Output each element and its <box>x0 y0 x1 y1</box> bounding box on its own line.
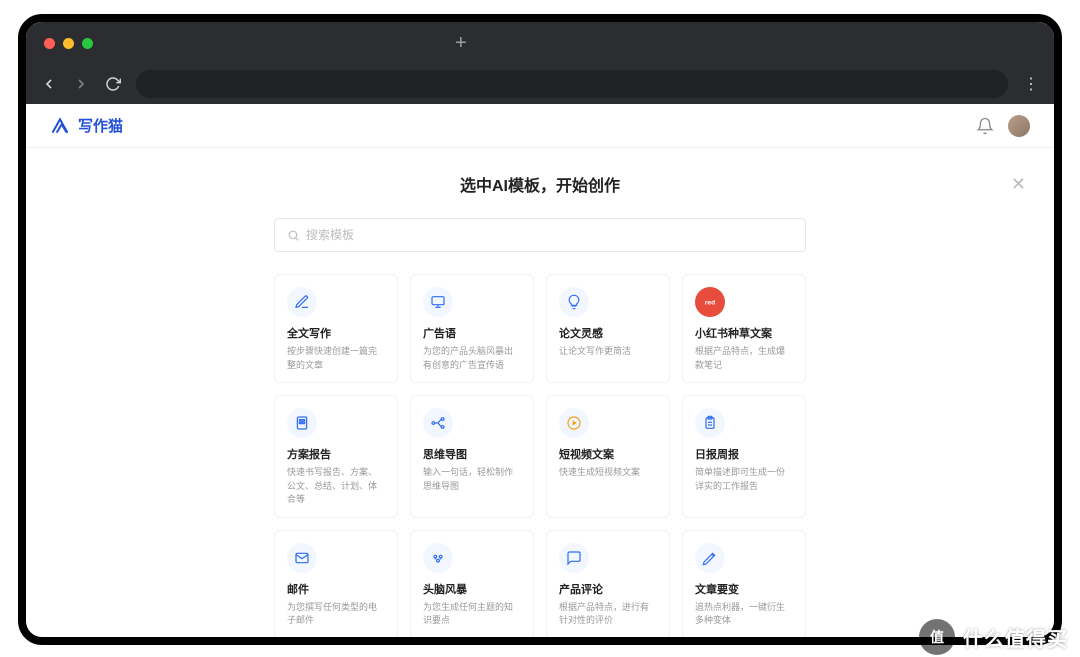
card-description: 根据产品特点，生成爆款笔记 <box>695 345 793 372</box>
brand-logo-icon <box>50 116 70 136</box>
search-wrap <box>274 218 806 252</box>
card-description: 追热点利器，一键衍生多种变体 <box>695 601 793 628</box>
template-card[interactable]: 邮件为您撰写任何类型的电子邮件 <box>274 530 398 638</box>
card-title: 论文灵感 <box>559 325 657 341</box>
card-description: 为您生成任何主题的知识要点 <box>423 601 521 628</box>
mail-icon <box>287 543 317 573</box>
watermark-badge: 值 <box>919 619 955 655</box>
template-card[interactable]: 文章要变追热点利器，一键衍生多种变体 <box>682 530 806 638</box>
window-controls <box>44 38 93 49</box>
mindmap-icon <box>423 408 453 438</box>
close-icon[interactable]: ✕ <box>1011 174 1026 195</box>
brand-name: 写作猫 <box>78 115 123 136</box>
page-title: 选中AI模板，开始创作 <box>26 172 1054 196</box>
app-bar: 写作猫 <box>26 104 1054 148</box>
template-card[interactable]: 论文灵感让论文写作更简洁 <box>546 274 670 383</box>
back-button[interactable] <box>40 76 58 92</box>
new-tab-button[interactable]: + <box>445 32 477 55</box>
maximize-window-button[interactable] <box>82 38 93 49</box>
card-title: 产品评论 <box>559 581 657 597</box>
template-card[interactable]: 产品评论根据产品特点，进行有针对性的评价 <box>546 530 670 638</box>
card-description: 按步骤快速创建一篇完整的文章 <box>287 345 385 372</box>
brain-icon <box>423 543 453 573</box>
browser-chrome: + ⋮ <box>26 22 1054 104</box>
card-title: 邮件 <box>287 581 385 597</box>
monitor-icon <box>423 287 453 317</box>
svg-text:red: red <box>705 300 715 307</box>
reload-button[interactable] <box>104 76 122 92</box>
card-description: 简单描述即可生成一份详实的工作报告 <box>695 466 793 493</box>
card-description: 让论文写作更简洁 <box>559 345 657 359</box>
search-icon <box>287 229 300 242</box>
card-title: 文章要变 <box>695 581 793 597</box>
address-bar[interactable] <box>136 70 1008 98</box>
template-card[interactable]: 短视频文案快速生成短视频文案 <box>546 395 670 518</box>
template-card[interactable]: 思维导图输入一句话，轻松制作思维导图 <box>410 395 534 518</box>
watermark: 值 什么值得买 <box>919 617 1068 657</box>
card-description: 为您的产品头脑风暴出有创意的广告宣传语 <box>423 345 521 372</box>
card-description: 快速书写报告、方案、公文、总结、计划、体合等 <box>287 466 385 507</box>
forward-button[interactable] <box>72 76 90 92</box>
card-description: 根据产品特点，进行有针对性的评价 <box>559 601 657 628</box>
close-window-button[interactable] <box>44 38 55 49</box>
pen-icon <box>695 543 725 573</box>
card-description: 快速生成短视频文案 <box>559 466 657 480</box>
doc-square-icon <box>287 408 317 438</box>
browser-menu-button[interactable]: ⋮ <box>1022 74 1040 94</box>
template-card[interactable]: 头脑风暴为您生成任何主题的知识要点 <box>410 530 534 638</box>
bulb-icon <box>559 287 589 317</box>
search-input[interactable] <box>306 228 793 242</box>
minimize-window-button[interactable] <box>63 38 74 49</box>
card-description: 为您撰写任何类型的电子邮件 <box>287 601 385 628</box>
template-card[interactable]: 广告语为您的产品头脑风暴出有创意的广告宣传语 <box>410 274 534 383</box>
browser-tab[interactable] <box>119 28 439 58</box>
card-title: 头脑风暴 <box>423 581 521 597</box>
avatar[interactable] <box>1008 115 1030 137</box>
chat-icon <box>559 543 589 573</box>
template-card[interactable]: 日报周报简单描述即可生成一份详实的工作报告 <box>682 395 806 518</box>
xhs-icon: red <box>695 287 725 317</box>
address-row: ⋮ <box>26 64 1054 104</box>
card-title: 广告语 <box>423 325 521 341</box>
card-title: 方案报告 <box>287 446 385 462</box>
template-grid: 全文写作按步骤快速创建一篇完整的文章广告语为您的产品头脑风暴出有创意的广告宣传语… <box>274 274 806 637</box>
template-card[interactable]: 全文写作按步骤快速创建一篇完整的文章 <box>274 274 398 383</box>
brand[interactable]: 写作猫 <box>50 115 123 136</box>
content: ✕ 选中AI模板，开始创作 全文写作按步骤快速创建一篇完整的文章广告语为您的产品… <box>26 148 1054 637</box>
search-field[interactable] <box>274 218 806 252</box>
watermark-text: 什么值得买 <box>963 623 1068 652</box>
notifications-button[interactable] <box>976 117 994 135</box>
device-frame: + ⋮ 写作猫 ✕ 选中AI模 <box>18 14 1062 645</box>
clipboard-icon <box>695 408 725 438</box>
template-card[interactable]: red 小红书种草文案根据产品特点，生成爆款笔记 <box>682 274 806 383</box>
card-title: 思维导图 <box>423 446 521 462</box>
card-title: 短视频文案 <box>559 446 657 462</box>
play-icon <box>559 408 589 438</box>
card-title: 日报周报 <box>695 446 793 462</box>
card-title: 全文写作 <box>287 325 385 341</box>
card-description: 输入一句话，轻松制作思维导图 <box>423 466 521 493</box>
tab-row: + <box>26 22 1054 64</box>
card-title: 小红书种草文案 <box>695 325 793 341</box>
edit-icon <box>287 287 317 317</box>
template-card[interactable]: 方案报告快速书写报告、方案、公文、总结、计划、体合等 <box>274 395 398 518</box>
